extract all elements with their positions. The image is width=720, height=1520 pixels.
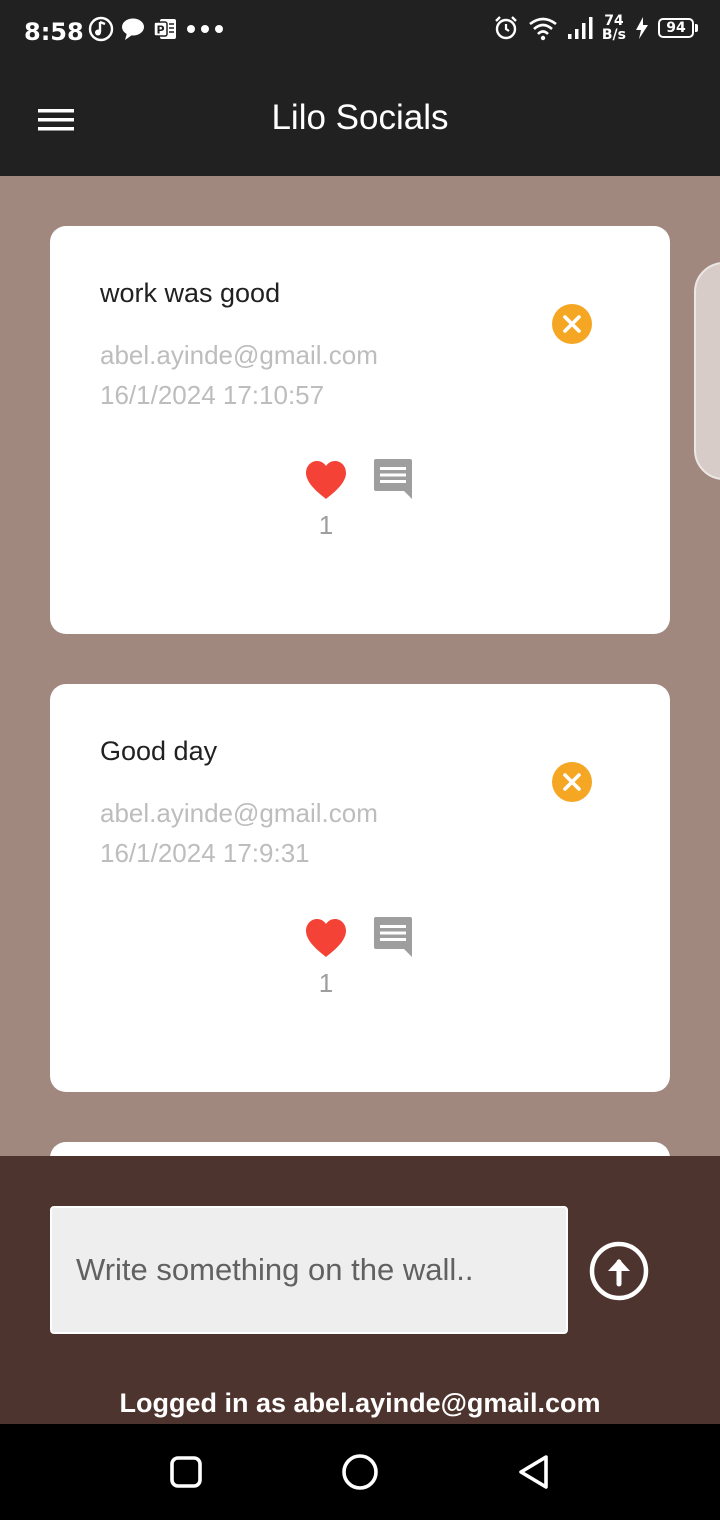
status-right-icons: 74 B/s 94 xyxy=(492,14,698,42)
battery-indicator: 94 xyxy=(658,18,698,38)
like-count: 1 xyxy=(318,968,334,998)
music-note-icon xyxy=(88,16,114,42)
alarm-icon xyxy=(495,16,517,40)
comment-button[interactable] xyxy=(372,459,416,501)
comment-button[interactable] xyxy=(372,917,416,959)
like-button[interactable] xyxy=(304,918,348,958)
back-triangle-icon xyxy=(519,1455,548,1489)
post-card: Good day abel.ayinde@gmail.com 16/1/2024… xyxy=(50,684,670,1092)
like-count: 1 xyxy=(318,510,334,540)
side-drawer-handle[interactable] xyxy=(694,262,720,480)
close-circle-icon xyxy=(552,304,592,344)
app-title: Lilo Socials xyxy=(271,98,449,137)
post-message: work was good xyxy=(100,278,281,308)
logged-in-status: Logged in as abel.ayinde@gmail.com xyxy=(119,1388,601,1418)
network-speed: 74 B/s xyxy=(602,14,626,42)
app-bar: Lilo Socials xyxy=(0,64,720,176)
network-speed-unit: B/s xyxy=(601,27,626,43)
status-bar: 8:58 P 74 B/s 94 xyxy=(0,0,720,64)
home-button[interactable] xyxy=(338,1450,382,1494)
charging-icon xyxy=(636,17,648,39)
back-button[interactable] xyxy=(512,1450,556,1494)
chat-bubble-icon xyxy=(122,18,144,40)
post-card: work was good abel.ayinde@gmail.com 16/1… xyxy=(50,226,670,634)
heart-icon xyxy=(306,919,346,957)
post-submit-button[interactable] xyxy=(588,1240,650,1302)
comment-icon xyxy=(374,917,412,957)
battery-tip xyxy=(695,24,698,32)
like-button[interactable] xyxy=(304,460,348,500)
close-circle-icon xyxy=(552,762,592,802)
comment-icon xyxy=(374,459,412,499)
delete-post-button[interactable] xyxy=(551,303,593,345)
signal-icon xyxy=(567,17,593,39)
composer-panel: Logged in as abel.ayinde@gmail.com xyxy=(0,1156,720,1424)
post-author: abel.ayinde@gmail.com xyxy=(100,798,378,828)
arrow-up-circle-icon xyxy=(589,1241,649,1301)
post-timestamp: 16/1/2024 17:9:31 xyxy=(100,838,310,868)
system-nav-bar xyxy=(0,1424,720,1520)
wall-post-input[interactable] xyxy=(50,1206,568,1334)
home-circle-icon xyxy=(342,1454,378,1490)
svg-text:P: P xyxy=(156,24,164,37)
heart-icon xyxy=(306,461,346,499)
recents-button[interactable] xyxy=(164,1450,208,1494)
more-dots-icon xyxy=(187,25,223,33)
battery-level: 94 xyxy=(658,18,694,38)
publisher-icon: P xyxy=(153,19,176,39)
post-timestamp: 16/1/2024 17:10:57 xyxy=(100,380,325,410)
status-left-icons: P xyxy=(88,16,226,42)
post-message: Good day xyxy=(100,736,218,766)
network-speed-value: 74 xyxy=(604,13,624,29)
delete-post-button[interactable] xyxy=(551,761,593,803)
status-time: 8:58 xyxy=(24,18,84,46)
recents-square-icon xyxy=(170,1456,202,1488)
wifi-icon xyxy=(529,17,557,41)
post-author: abel.ayinde@gmail.com xyxy=(100,340,378,370)
